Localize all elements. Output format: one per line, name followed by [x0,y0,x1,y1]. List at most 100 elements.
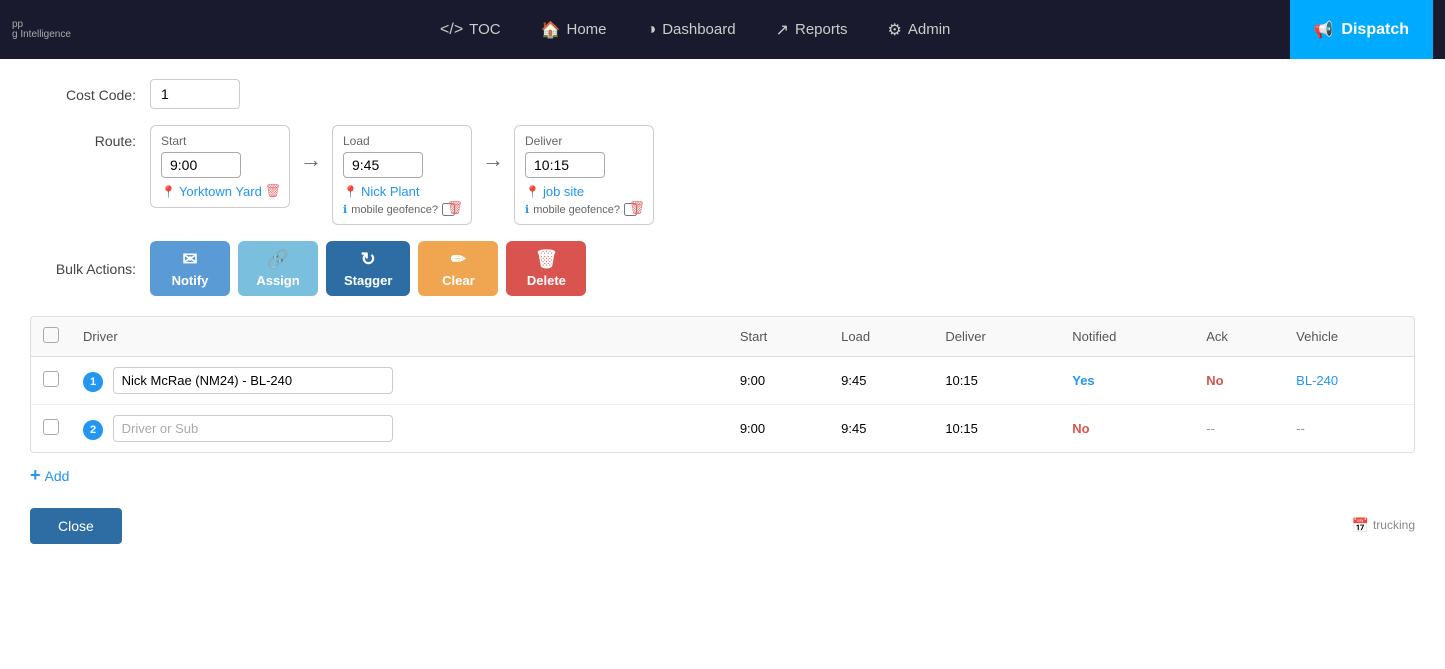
row2-start: 9:00 [728,405,829,453]
reports-icon: ↗ [776,20,789,40]
bulk-actions-row: Bulk Actions: ✉ Notify 🔗 Assign ↻ Stagge… [30,241,1415,296]
route-row: Route: Start 📍 Yorktown Yard 🗑 → Load 📍 [30,125,1415,225]
th-vehicle: Vehicle [1284,317,1414,357]
row2-checkbox[interactable] [43,419,59,435]
row2-badge: 2 [83,420,103,440]
route-deliver-label: Deliver [525,134,643,148]
table-row: 2 9:00 9:45 10:15 No -- -- [31,405,1414,453]
route-label: Route: [30,125,150,149]
nav-dashboard[interactable]: ◑ Dashboard [627,0,756,59]
th-load: Load [829,317,933,357]
th-ack: Ack [1194,317,1284,357]
route-load-box: Load 📍 Nick Plant ℹ mobile geofence? 🗑 [332,125,472,225]
add-row[interactable]: + Add [30,453,1415,498]
row1-badge: 1 [83,372,103,392]
pin-icon-deliver: 📍 [525,185,540,199]
main-content: Cost Code: Route: Start 📍 Yorktown Yard … [0,59,1445,669]
table-header-row: Driver Start Load Deliver Notified Ack V… [31,317,1414,357]
dispatch-button[interactable]: 📢 Dispatch [1290,0,1434,59]
row2-load: 9:45 [829,405,933,453]
notify-icon: ✉ [182,249,197,270]
nav-links: </> TOC 🏠 Home ◑ Dashboard ↗ Reports ⚙ A… [101,0,1290,59]
route-load-time[interactable] [343,152,423,178]
row1-load: 9:45 [829,357,933,405]
row2-driver-input[interactable] [113,415,393,442]
plus-icon: + [30,465,41,486]
th-deliver: Deliver [933,317,1060,357]
route-load-delete[interactable]: 🗑 [446,200,463,216]
route-start-delete[interactable]: 🗑 [264,183,281,199]
row2-driver-cell: 2 [71,405,728,453]
route-deliver-geofence: ℹ mobile geofence? [525,203,643,216]
route-arrow-2: → [478,147,508,173]
row2-deliver: 10:15 [933,405,1060,453]
admin-icon: ⚙ [888,20,902,40]
route-start-box: Start 📍 Yorktown Yard 🗑 [150,125,290,208]
route-deliver-delete[interactable]: 🗑 [628,200,645,216]
navbar: pp g Intelligence </> TOC 🏠 Home ◑ Dashb… [0,0,1445,59]
row2-checkbox-cell [31,405,71,453]
brand-logo: pp g Intelligence [12,20,71,40]
route-start-location[interactable]: 📍 Yorktown Yard [161,184,279,199]
th-start: Start [728,317,829,357]
nav-toc[interactable]: </> TOC [420,0,521,59]
bulk-buttons: ✉ Notify 🔗 Assign ↻ Stagger ✏ Clear 🗑 De… [150,241,586,296]
row1-checkbox-cell [31,357,71,405]
clear-button[interactable]: ✏ Clear [418,241,498,296]
driver-table: Driver Start Load Deliver Notified Ack V… [31,317,1414,452]
stagger-button[interactable]: ↻ Stagger [326,241,410,296]
route-load-geofence: ℹ mobile geofence? [343,203,461,216]
row1-deliver: 10:15 [933,357,1060,405]
bulk-actions-label: Bulk Actions: [30,261,150,277]
route-start-label: Start [161,134,279,148]
delete-button[interactable]: 🗑 Delete [506,241,586,296]
route-container: Start 📍 Yorktown Yard 🗑 → Load 📍 Nick Pl… [150,125,654,225]
cost-code-input[interactable] [150,79,240,109]
notify-button[interactable]: ✉ Notify [150,241,230,296]
close-button[interactable]: Close [30,508,122,544]
row1-ack: No [1194,357,1284,405]
delete-icon: 🗑 [535,249,558,270]
row1-checkbox[interactable] [43,371,59,387]
row1-vehicle: BL-240 [1284,357,1414,405]
row2-ack: -- [1194,405,1284,453]
pin-icon-load: 📍 [343,185,358,199]
dashboard-icon: ◑ [647,21,657,39]
toc-icon: </> [440,21,463,39]
row1-driver-cell: 1 [71,357,728,405]
route-arrow-1: → [296,147,326,173]
driver-table-wrap: Driver Start Load Deliver Notified Ack V… [30,316,1415,453]
cost-code-row: Cost Code: [30,79,1415,109]
route-deliver-location[interactable]: 📍 job site [525,184,643,199]
th-driver: Driver [71,317,728,357]
info-icon-deliver: ℹ [525,203,529,216]
route-deliver-time[interactable] [525,152,605,178]
th-notified: Notified [1060,317,1194,357]
pin-icon: 📍 [161,185,176,199]
row1-driver-input[interactable] [113,367,393,394]
row1-start: 9:00 [728,357,829,405]
calendar-icon: 📅 [1352,517,1369,534]
info-icon-load: ℹ [343,203,347,216]
row2-notified: No [1060,405,1194,453]
route-load-label: Load [343,134,461,148]
route-load-location[interactable]: 📍 Nick Plant [343,184,461,199]
home-icon: 🏠 [541,20,561,40]
nav-admin[interactable]: ⚙ Admin [868,0,971,59]
dispatch-icon: 📢 [1314,20,1334,40]
row2-vehicle: -- [1284,405,1414,453]
header-checkbox[interactable] [43,327,59,343]
stagger-icon: ↻ [361,249,376,270]
route-start-time[interactable] [161,152,241,178]
row1-notified: Yes [1060,357,1194,405]
th-checkbox [31,317,71,357]
route-deliver-box: Deliver 📍 job site ℹ mobile geofence? 🗑 [514,125,654,225]
trucking-ref: 📅 trucking [1352,517,1415,534]
nav-home[interactable]: 🏠 Home [521,0,627,59]
table-row: 1 9:00 9:45 10:15 Yes No BL-240 [31,357,1414,405]
cost-code-label: Cost Code: [30,79,150,103]
assign-button[interactable]: 🔗 Assign [238,241,318,296]
clear-icon: ✏ [451,249,466,270]
assign-icon: 🔗 [267,249,289,270]
nav-reports[interactable]: ↗ Reports [756,0,868,59]
